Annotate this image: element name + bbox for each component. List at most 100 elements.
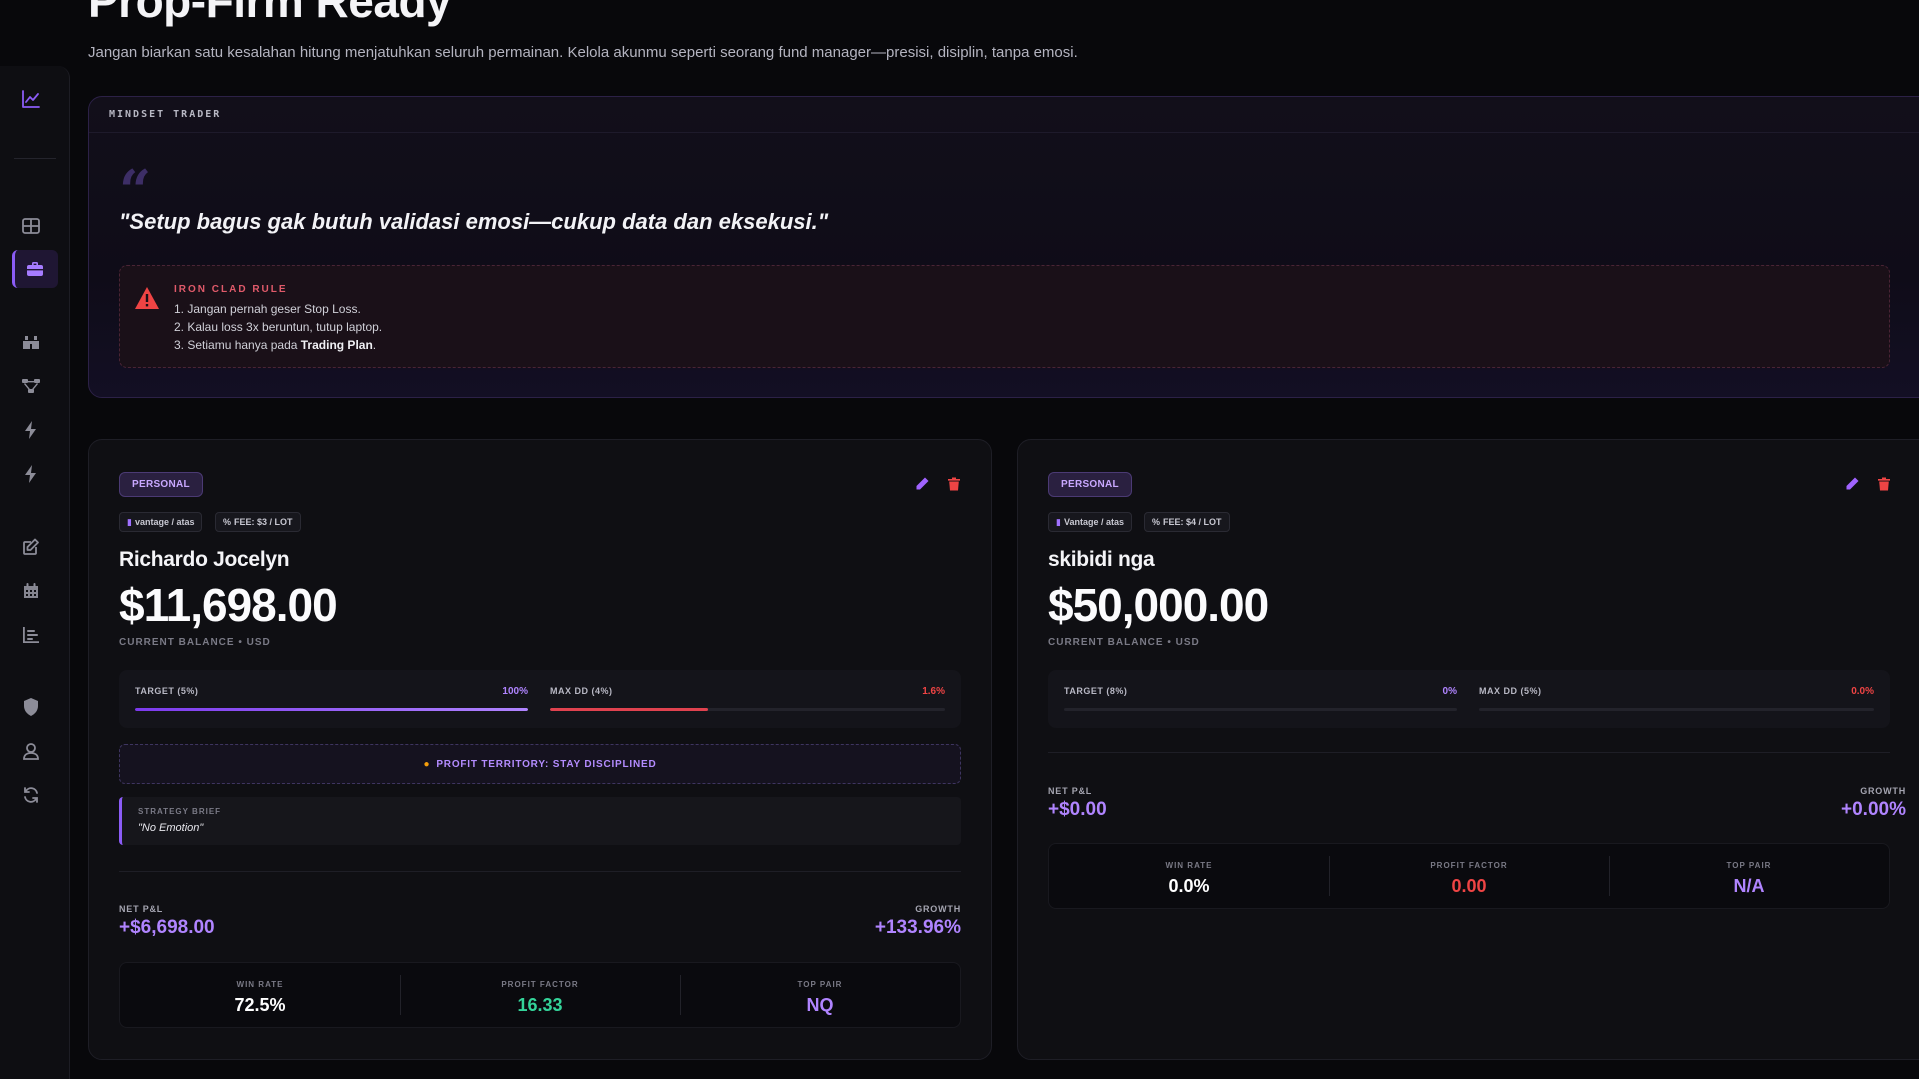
edit-icon[interactable] [1844, 476, 1860, 492]
percent-icon: % [223, 517, 232, 527]
rule-emphasis: Trading Plan [300, 338, 373, 352]
maxdd-value: 1.6% [922, 686, 945, 697]
page-subtitle: Jangan biarkan satu kesalahan hitung men… [88, 44, 1078, 61]
balance-label: CURRENT BALANCE • USD [1048, 637, 1200, 648]
target-value: 0% [1442, 686, 1457, 697]
account-type-badge: PERSONAL [119, 472, 203, 497]
stat-value: 0.00 [1451, 876, 1487, 896]
account-name: skibidi nga [1048, 548, 1155, 571]
target-label: TARGET (5%) [135, 686, 199, 696]
net-pnl-label: NET P&L [119, 904, 164, 914]
target-value: 100% [502, 686, 528, 697]
calendar-icon[interactable] [20, 580, 42, 602]
maxdd-value: 0.0% [1851, 686, 1874, 697]
mindset-label: MINDSET TRADER [109, 109, 222, 120]
trash-icon[interactable] [946, 476, 962, 492]
edit-icon[interactable] [20, 536, 42, 558]
user-icon[interactable] [20, 740, 42, 762]
progress-panel: TARGET (8%) 0% MAX DD (5%) 0.0% [1048, 670, 1890, 728]
maxdd-label: MAX DD (5%) [1479, 686, 1542, 696]
target-fill [135, 708, 528, 711]
percent-icon: % [1152, 517, 1161, 527]
rule-item: 3. Setiamu hanya pada Trading Plan. [174, 338, 377, 352]
trash-icon[interactable] [1876, 476, 1892, 492]
stat-win-rate: WIN RATE 72.5% [120, 963, 400, 1027]
stat-profit-factor: PROFIT FACTOR 0.00 [1329, 844, 1609, 908]
stats-panel: WIN RATE 72.5% PROFIT FACTOR 16.33 TOP P… [119, 962, 961, 1028]
page-title: Prop-Firm Ready [88, 0, 452, 27]
bookmark-icon: ▮ [1056, 516, 1061, 527]
rule-list: 1. Jangan pernah geser Stop Loss. 2. Kal… [174, 300, 382, 354]
net-pnl-value: +$0.00 [1048, 799, 1107, 820]
account-name: Richardo Jocelyn [119, 548, 290, 571]
status-banner: ● PROFIT TERRITORY: STAY DISCIPLINED [119, 744, 961, 784]
chart-line-icon[interactable] [20, 88, 42, 110]
sidebar-divider [14, 158, 56, 159]
briefcase-icon[interactable] [24, 258, 46, 280]
stat-top-pair: TOP PAIR NQ [680, 963, 960, 1027]
stat-value: NQ [806, 995, 834, 1015]
stat-label: PROFIT FACTOR [1430, 861, 1508, 870]
mindset-header: MINDSET TRADER [89, 97, 1919, 133]
stat-label: TOP PAIR [1726, 861, 1772, 870]
growth-label: GROWTH [915, 904, 961, 914]
bookmark-icon: ▮ [127, 516, 132, 527]
fire-icon: ● [423, 758, 431, 770]
warning-icon [135, 287, 159, 309]
fee-chip: % FEE: $3 / LOT [215, 512, 301, 532]
broker-chip: ▮ vantage / atas [119, 512, 203, 532]
strategy-brief: STRATEGY BRIEF "No Emotion" [119, 797, 961, 845]
stat-value: 0.0% [1168, 876, 1210, 896]
rule-item: 1. Jangan pernah geser Stop Loss. [174, 302, 361, 316]
rule-title: IRON CLAD RULE [174, 284, 288, 295]
bolt-icon[interactable] [20, 463, 42, 485]
broker-chip: ▮ Vantage / atas [1048, 512, 1132, 532]
rule-item: 2. Kalau loss 3x beruntun, tutup laptop. [174, 320, 383, 334]
progress-panel: TARGET (5%) 100% MAX DD (4%) 1.6% [119, 670, 961, 728]
maxdd-label: MAX DD (4%) [550, 686, 613, 696]
iron-clad-rule-box: IRON CLAD RULE 1. Jangan pernah geser St… [119, 265, 1890, 368]
stat-label: WIN RATE [236, 980, 284, 989]
target-label: TARGET (8%) [1064, 686, 1128, 696]
fee-chip: % FEE: $4 / LOT [1144, 512, 1230, 532]
stat-profit-factor: PROFIT FACTOR 16.33 [400, 963, 680, 1027]
stat-label: PROFIT FACTOR [501, 980, 579, 989]
account-balance: $50,000.00 [1048, 579, 1269, 631]
stats-panel: WIN RATE 0.0% PROFIT FACTOR 0.00 TOP PAI… [1048, 843, 1890, 909]
refresh-icon[interactable] [20, 784, 42, 806]
status-text: PROFIT TERRITORY: STAY DISCIPLINED [436, 758, 657, 770]
account-card: PERSONAL ▮ Vantage / atas % FEE: $4 / LOT … [1017, 439, 1919, 1060]
maxdd-fill [550, 708, 708, 711]
divider [119, 871, 961, 872]
bolt-icon[interactable] [20, 419, 42, 441]
maxdd-track [1479, 708, 1874, 711]
divider [1048, 752, 1890, 753]
mindset-panel: MINDSET TRADER “ "Setup bagus gak butuh … [88, 96, 1919, 398]
grid-icon[interactable] [20, 215, 42, 237]
network-icon[interactable] [20, 375, 42, 397]
stat-top-pair: TOP PAIR N/A [1609, 844, 1889, 908]
target-track [135, 708, 528, 711]
stat-value: 16.33 [517, 995, 563, 1015]
stat-label: TOP PAIR [797, 980, 843, 989]
sidebar [0, 66, 70, 1079]
shield-icon[interactable] [20, 696, 42, 718]
brief-text: "No Emotion" [138, 822, 204, 834]
growth-value: +133.96% [874, 917, 961, 938]
stat-value: 72.5% [234, 995, 286, 1015]
growth-value: +0.00% [1841, 799, 1906, 820]
bar-chart-icon[interactable] [20, 624, 42, 646]
binoculars-icon[interactable] [20, 331, 42, 353]
stat-label: WIN RATE [1165, 861, 1213, 870]
mindset-quote: "Setup bagus gak butuh validasi emosi—cu… [119, 209, 829, 234]
net-pnl-value: +$6,698.00 [119, 917, 215, 938]
net-pnl-label: NET P&L [1048, 786, 1093, 796]
maxdd-track [550, 708, 945, 711]
balance-label: CURRENT BALANCE • USD [119, 637, 271, 648]
edit-icon[interactable] [914, 476, 930, 492]
brief-label: STRATEGY BRIEF [138, 807, 222, 816]
target-track [1064, 708, 1457, 711]
stat-win-rate: WIN RATE 0.0% [1049, 844, 1329, 908]
growth-label: GROWTH [1860, 786, 1906, 796]
account-type-badge: PERSONAL [1048, 472, 1132, 497]
